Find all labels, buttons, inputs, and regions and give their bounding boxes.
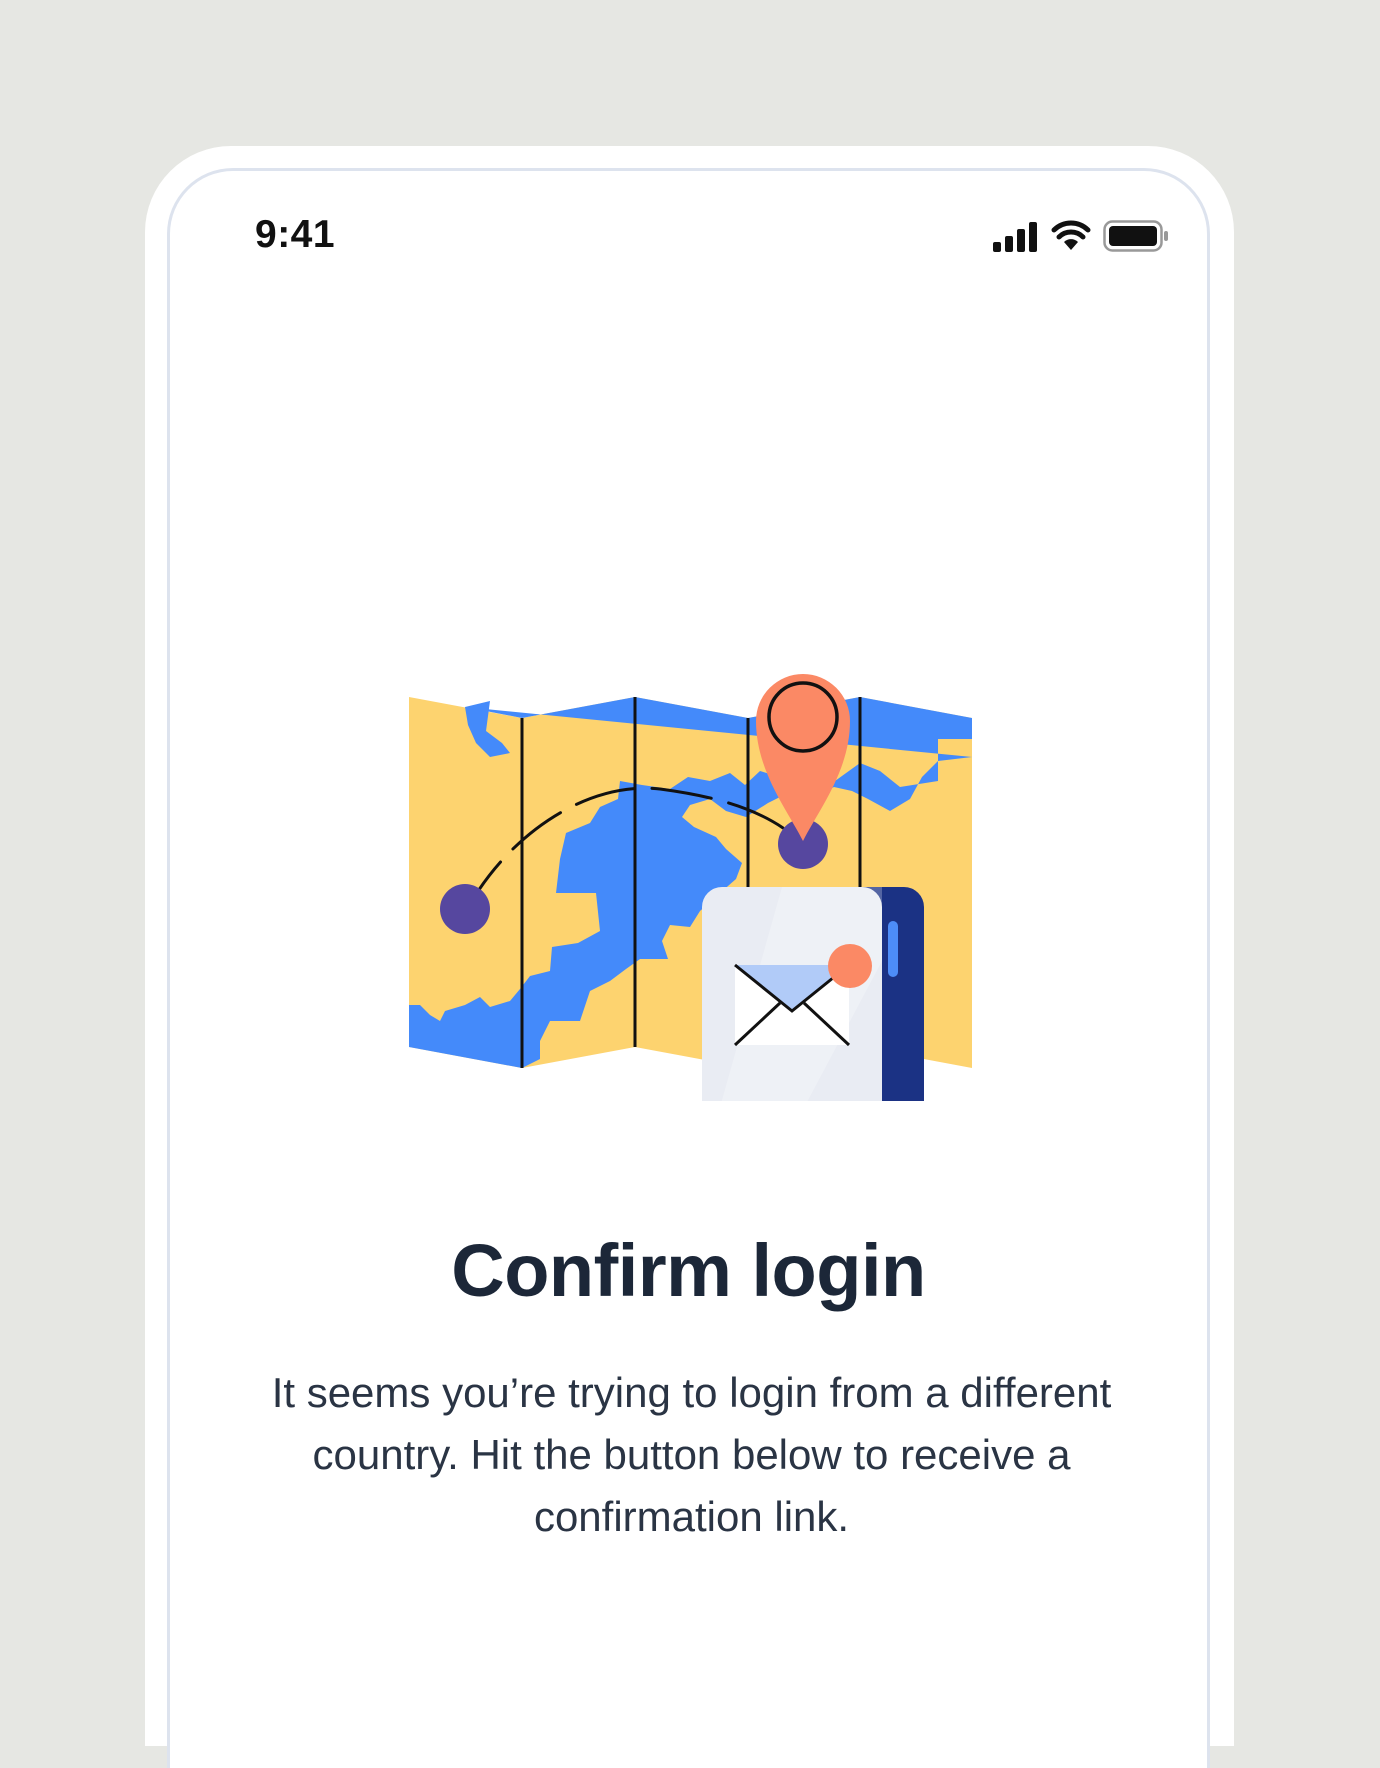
status-icons <box>993 219 1169 253</box>
phone-screen: 9:41 Confirm login It seems you’re tryin… <box>167 168 1210 1768</box>
status-bar: 9:41 <box>170 171 1207 291</box>
battery-icon <box>1103 220 1168 252</box>
phone-illustration <box>702 887 924 1101</box>
cellular-signal-icon <box>993 222 1037 252</box>
wifi-icon <box>1051 220 1091 250</box>
phone-frame: 9:41 Confirm login It seems you’re tryin… <box>145 146 1234 1768</box>
page-description: It seems you’re trying to login from a d… <box>271 1369 1112 1540</box>
start-dot <box>440 884 490 934</box>
page-title: Confirm login <box>451 1229 926 1312</box>
notification-badge <box>828 944 872 988</box>
status-time: 9:41 <box>255 213 336 256</box>
map-illustration <box>409 674 972 1101</box>
